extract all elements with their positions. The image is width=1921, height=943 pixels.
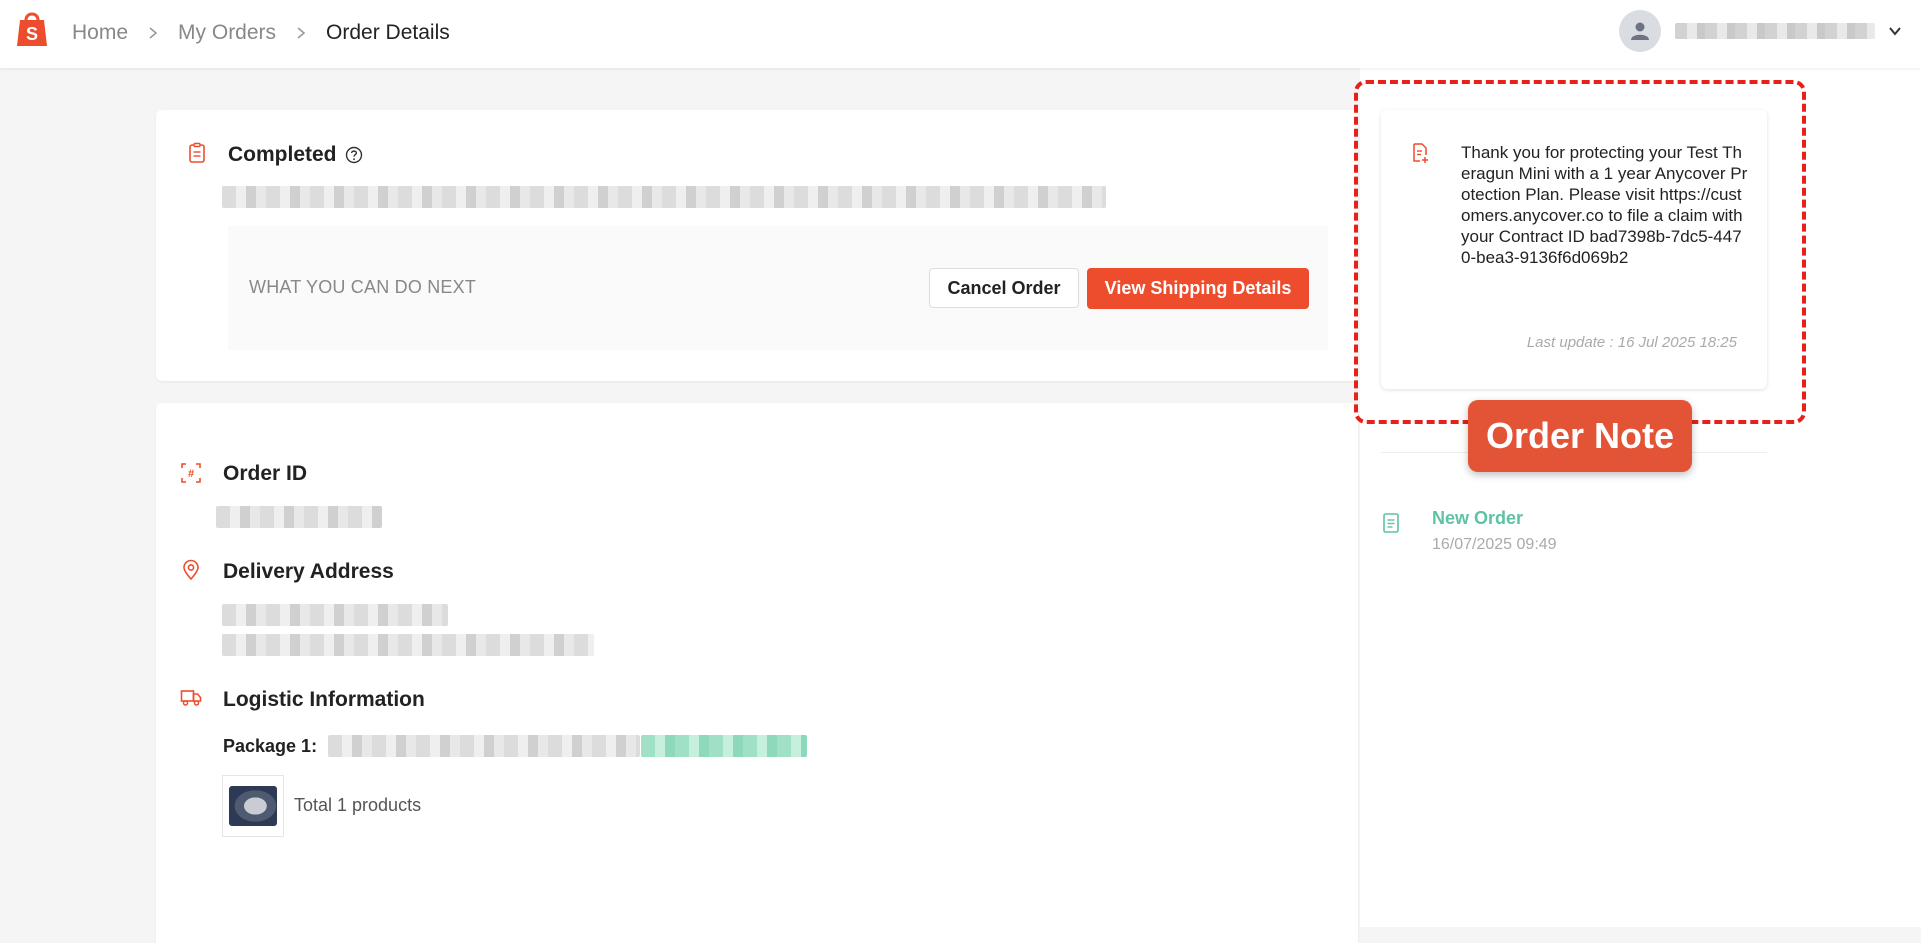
product-image [229,786,277,826]
status-heading: Completed [228,143,363,167]
view-shipping-details-button[interactable]: View Shipping Details [1087,268,1309,309]
status-description-redacted [222,186,1106,208]
logistic-information-label: Logistic Information [223,688,425,711]
chevron-down-icon[interactable] [1887,23,1903,39]
order-id-value-redacted [216,506,382,528]
next-actions-box: WHAT YOU CAN DO NEXT Cancel Order View S… [228,226,1328,350]
chevron-right-icon [297,27,306,39]
product-thumbnail[interactable] [222,775,284,837]
breadcrumb-home[interactable]: Home [72,21,128,45]
clipboard-icon [189,142,205,163]
timeline-event-title: New Order [1432,508,1524,528]
tracking-link-redacted[interactable] [641,735,807,757]
annotation-label: Order Note [1468,400,1692,472]
breadcrumb: Home My Orders Order Details [72,21,450,45]
annotation-highlight-box [1354,80,1806,424]
recipient-redacted [222,604,448,626]
order-status-card: Completed WHAT YOU CAN DO NEXT Cancel Or… [156,110,1358,381]
top-bar: S Home My Orders Order Details [0,0,1921,68]
package-info-redacted [328,735,640,757]
breadcrumb-my-orders[interactable]: My Orders [178,21,276,45]
help-icon[interactable] [345,146,363,164]
chevron-right-icon [149,27,158,39]
cancel-order-button[interactable]: Cancel Order [929,268,1079,308]
order-id-label: Order ID [223,462,308,485]
truck-icon [180,690,202,706]
location-pin-icon [183,559,199,581]
avatar[interactable] [1619,10,1661,52]
svg-text:S: S [26,24,38,44]
user-name-redacted [1675,23,1875,39]
total-products: Total 1 products [294,795,422,815]
address-redacted [222,634,594,656]
order-details-card: # Order ID Delivery Address Logistic Inf… [156,403,1358,943]
next-actions-label: WHAT YOU CAN DO NEXT [249,277,477,297]
user-menu[interactable] [1619,10,1903,52]
hash-icon: # [181,463,201,483]
delivery-address-label: Delivery Address [223,560,394,583]
package-label: Package 1: [223,736,318,756]
user-icon [1631,22,1649,40]
timeline-document-icon [1383,513,1399,533]
timeline-event-time: 16/07/2025 09:49 [1432,536,1557,553]
shopping-bag-logo[interactable]: S [14,8,50,48]
status-title: Completed [228,143,337,166]
svg-text:#: # [188,468,194,480]
breadcrumb-current: Order Details [326,21,450,44]
